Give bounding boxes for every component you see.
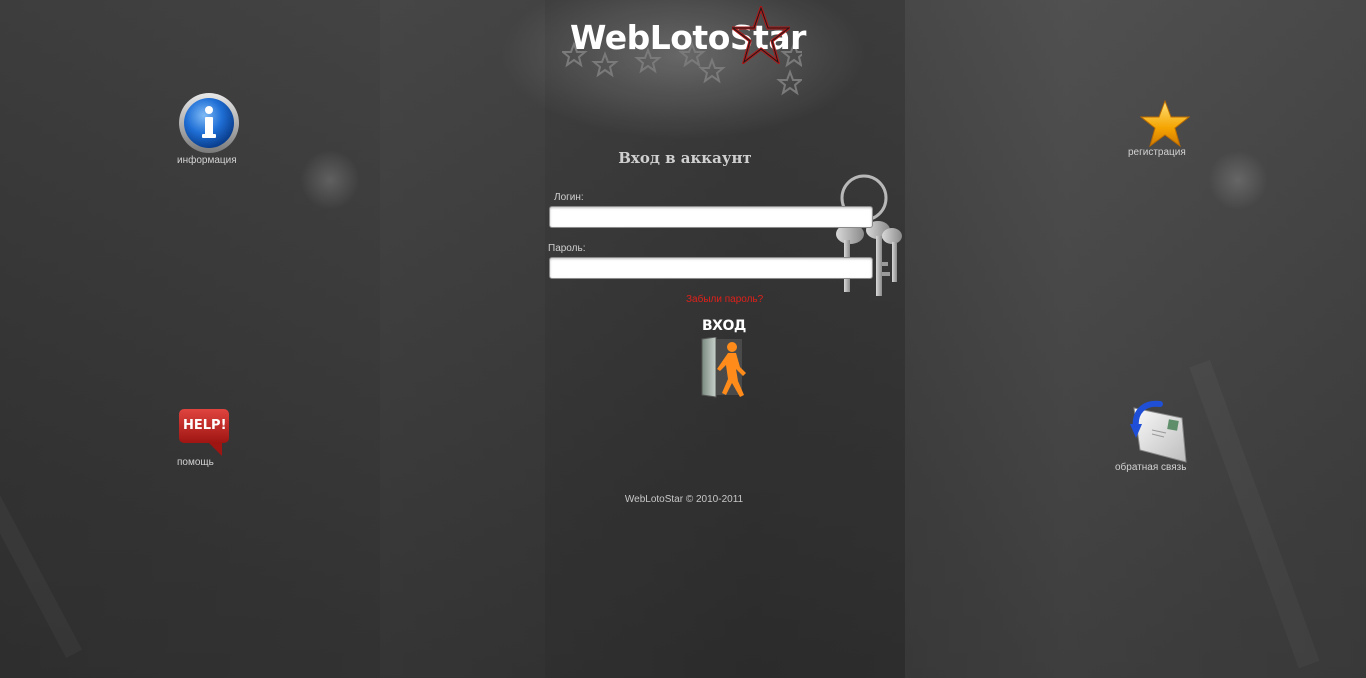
info-link[interactable]: информация xyxy=(176,92,246,170)
info-label: информация xyxy=(177,155,237,166)
register-label: регистрация xyxy=(1128,147,1186,158)
footer-copyright: WebLotoStar © 2010-2011 xyxy=(624,494,744,505)
help-badge-text: HELP! xyxy=(183,418,227,433)
info-icon xyxy=(179,93,239,153)
login-input[interactable] xyxy=(549,206,873,228)
register-link[interactable]: регистрация xyxy=(1126,100,1196,162)
keys-icon xyxy=(836,174,902,296)
help-bubble-icon: HELP! xyxy=(178,408,230,458)
help-label: помощь xyxy=(177,457,214,468)
star-icon xyxy=(1140,100,1190,148)
login-label: Логин: xyxy=(554,192,584,203)
feedback-label: обратная связь xyxy=(1115,462,1187,473)
forgot-password-link[interactable]: Забыли пароль? xyxy=(686,294,763,305)
password-label: Пароль: xyxy=(548,243,586,254)
help-link[interactable]: HELP! помощь xyxy=(176,408,246,472)
enter-button[interactable]: ВХОД xyxy=(696,317,756,401)
envelope-reply-icon xyxy=(1130,400,1187,463)
pentagram-star-icon xyxy=(732,6,790,64)
login-title: Вход в аккаунт xyxy=(618,149,752,167)
password-input[interactable] xyxy=(549,257,873,279)
site-logo[interactable]: WebLotoStar xyxy=(562,6,806,98)
door-person-icon xyxy=(701,337,746,398)
enter-button-label: ВХОД xyxy=(702,318,746,334)
feedback-link[interactable]: обратная связь xyxy=(1114,400,1200,478)
